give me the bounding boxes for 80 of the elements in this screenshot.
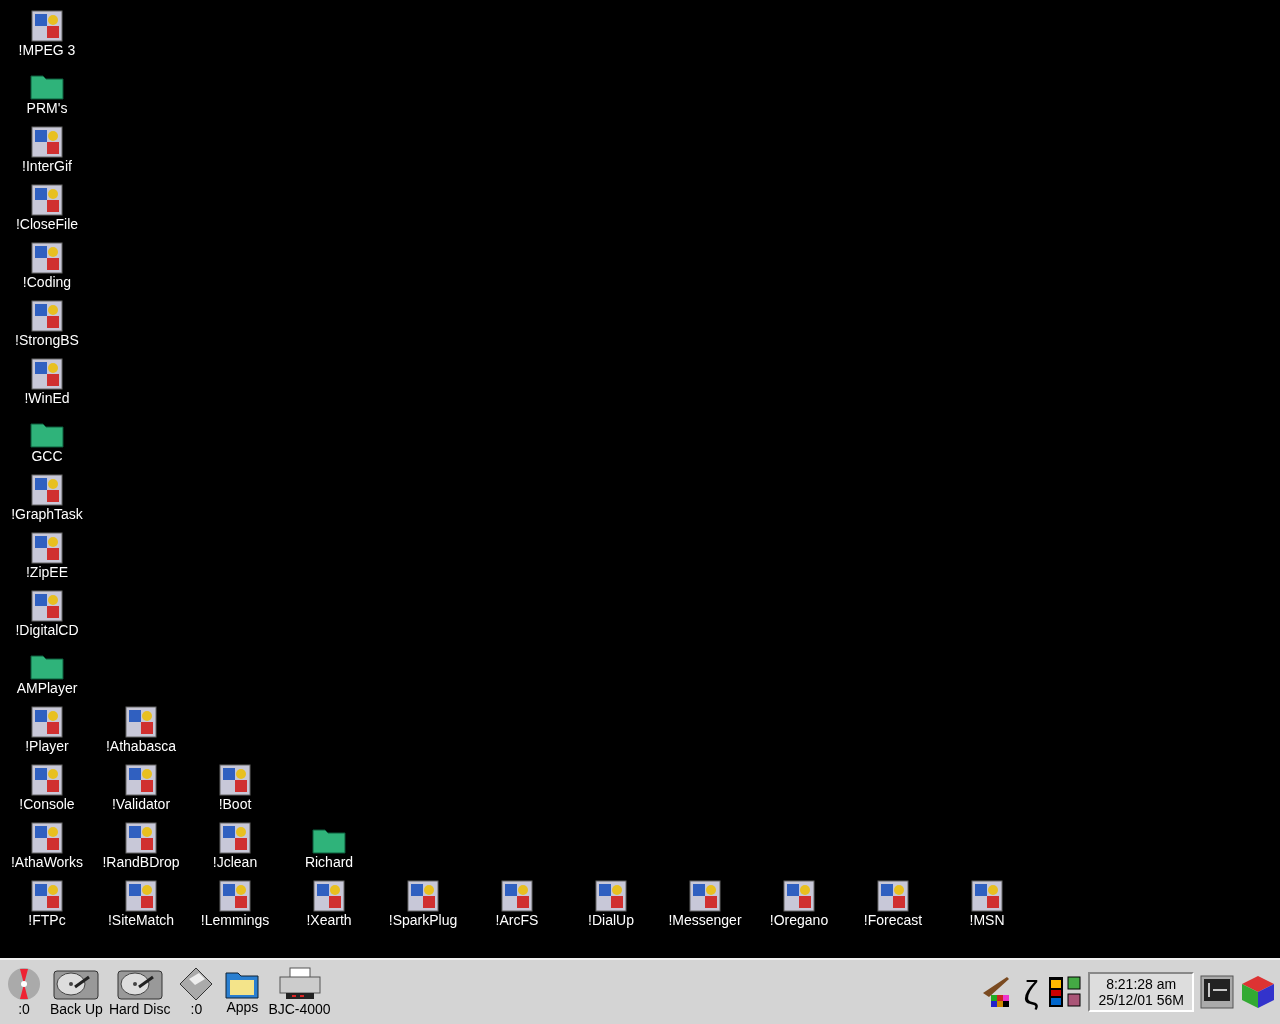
application-icon (31, 300, 63, 332)
icon-label[interactable]: !MPEG 3 (18, 42, 76, 58)
clock-time: 8:21:28 am (1106, 976, 1177, 992)
application-icon (31, 764, 63, 796)
icon-label[interactable]: GCC (31, 448, 63, 464)
icon-label[interactable]: !Boot (218, 796, 252, 812)
application-icon (31, 184, 63, 216)
display-icon (1200, 975, 1234, 1009)
printer-icon (277, 967, 322, 1001)
icon-label[interactable]: !RandBDrop (102, 854, 180, 870)
application-icon (31, 474, 63, 506)
icon-label[interactable]: !Oregano (769, 912, 829, 928)
icon-label[interactable]: AMPlayer (16, 680, 78, 696)
application-icon (125, 706, 157, 738)
application-icon (971, 880, 1003, 912)
application-icon (31, 358, 63, 390)
icon-label[interactable]: Back Up (50, 1001, 103, 1017)
icon-label[interactable]: !Xearth (306, 912, 352, 928)
icon-label[interactable]: !Player (25, 738, 69, 754)
application-icon (31, 822, 63, 854)
icon-label[interactable]: !Forecast (863, 912, 923, 928)
application-icon (31, 126, 63, 158)
icon-label[interactable]: !DialUp (588, 912, 634, 928)
icon-label[interactable]: !GraphTask (11, 506, 83, 522)
icon-label[interactable]: !Coding (22, 274, 72, 290)
icon-label[interactable]: !MSN (969, 912, 1005, 928)
icon-label[interactable]: !SparkPlug (388, 912, 458, 928)
application-icon (595, 880, 627, 912)
application-icon (313, 880, 345, 912)
icon-label[interactable]: !Messenger (668, 912, 742, 928)
icon-label[interactable]: :0 (190, 1001, 203, 1017)
icon-label[interactable]: !ArcFS (495, 912, 539, 928)
folder-icon (312, 826, 346, 854)
cube-icon (1240, 975, 1276, 1009)
application-icon (125, 822, 157, 854)
icon-label[interactable]: !Jclean (212, 854, 258, 870)
application-icon (219, 764, 251, 796)
application-icon (31, 590, 63, 622)
icon-label[interactable]: Apps (226, 999, 259, 1015)
application-icon (877, 880, 909, 912)
folder-icon (30, 420, 64, 448)
icon-label[interactable]: !SiteMatch (107, 912, 175, 928)
icon-label[interactable]: !InterGif (22, 158, 72, 174)
icon-label[interactable]: !WinEd (24, 390, 70, 406)
icon-label[interactable]: :0 (18, 1001, 30, 1017)
folder-icon (225, 969, 260, 999)
icon-label[interactable]: !AthaWorks (10, 854, 84, 870)
icon-label[interactable]: Richard (304, 854, 354, 870)
application-icon (783, 880, 815, 912)
clock-date: 25/12/01 56M (1098, 992, 1184, 1008)
application-icon (31, 706, 63, 738)
icon-label[interactable]: !Validator (111, 796, 171, 812)
folder-icon (30, 72, 64, 100)
icon-label[interactable]: !Lemmings (200, 912, 270, 928)
cd-icon (7, 967, 41, 1001)
zeta-icon[interactable]: ζ (1019, 972, 1043, 1012)
application-icon (219, 822, 251, 854)
palette-icon (1048, 975, 1083, 1009)
application-icon (31, 532, 63, 564)
icon-label[interactable]: PRM's (26, 100, 68, 116)
application-icon (125, 880, 157, 912)
application-icon (219, 880, 251, 912)
icon-label[interactable]: !DigitalCD (15, 622, 79, 638)
application-icon (501, 880, 533, 912)
application-icon (689, 880, 721, 912)
clock-panel[interactable]: 8:21:28 am 25/12/01 56M (1088, 972, 1194, 1012)
icon-label[interactable]: !StrongBS (15, 332, 79, 348)
icon-label[interactable]: !Athabasca (105, 738, 177, 754)
icon-label[interactable]: !CloseFile (15, 216, 79, 232)
application-icon (407, 880, 439, 912)
application-icon (31, 242, 63, 274)
application-icon (31, 10, 63, 42)
application-icon (125, 764, 157, 796)
icon-label[interactable]: !FTPc (28, 912, 66, 928)
icon-label[interactable]: BJC-4000 (268, 1001, 331, 1017)
folder-icon (30, 652, 64, 680)
application-icon (31, 880, 63, 912)
icon-label[interactable]: !ZipEE (26, 564, 68, 580)
icon-label[interactable]: !Console (19, 796, 75, 812)
icon-label[interactable]: Hard Disc (108, 1001, 171, 1017)
